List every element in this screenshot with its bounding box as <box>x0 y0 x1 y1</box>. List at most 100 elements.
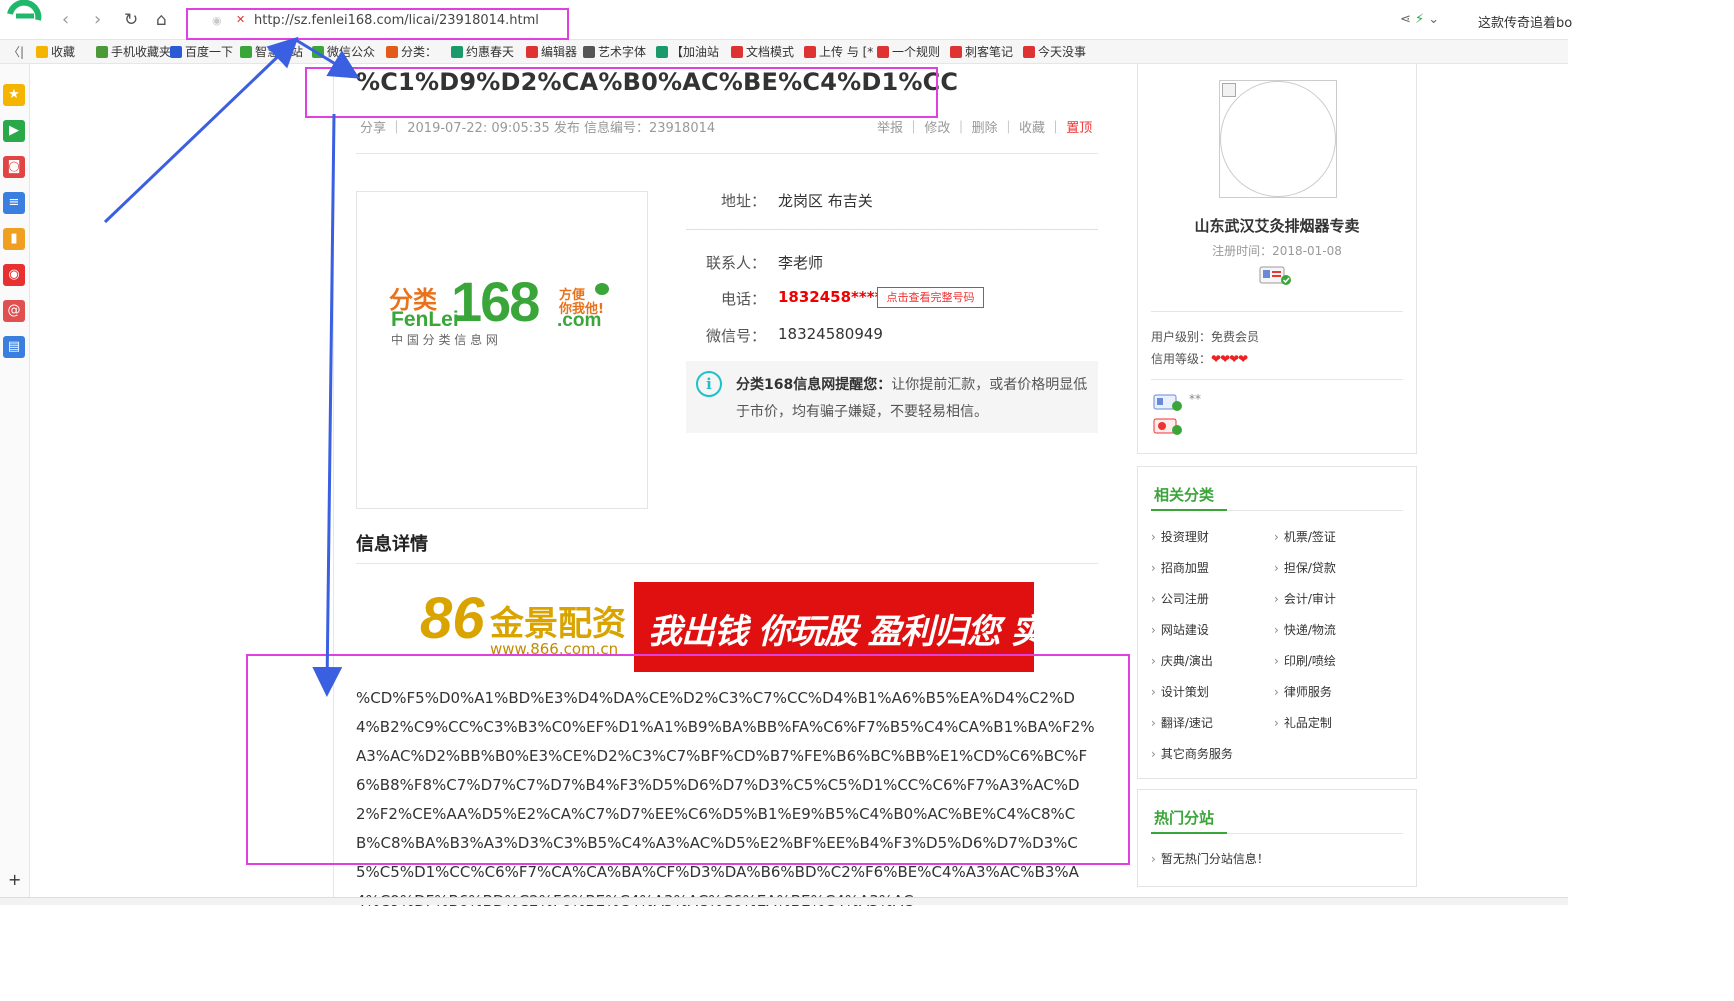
bookmark-icon <box>240 46 252 58</box>
left-sidebar-rail: ★ ▶ ◙ ≡ ▮ ◉ @ ▤ + <box>0 64 30 899</box>
category-link[interactable]: 庆典/演出 <box>1151 652 1213 669</box>
share-icon[interactable]: ⋖ ⚡ ⌄ <box>1400 12 1439 27</box>
phone-label: 电话： <box>720 290 766 308</box>
banner-slogan: 我出钱 你玩股 盈利归您 实盘交易 <box>648 612 1144 652</box>
banner-brand-number: 86 <box>420 586 485 651</box>
category-link[interactable]: 投资理财 <box>1151 528 1209 545</box>
bookmark-item[interactable]: 编辑器 <box>526 44 577 60</box>
bookmark-icon <box>170 46 182 58</box>
bookmark-label: 今天没事 <box>1038 45 1087 59</box>
contact-value: 李老师 <box>778 254 824 272</box>
bookmark-icon <box>1023 46 1035 58</box>
show-phone-button[interactable]: 点击查看完整号码 <box>877 287 984 308</box>
bookmark-icon <box>36 46 48 58</box>
bookmark-label: 百度一下 <box>185 45 234 59</box>
rail-app-icon[interactable]: ▮ <box>3 228 25 250</box>
rail-app-icon[interactable]: @ <box>3 300 25 322</box>
report-link[interactable]: 举报 <box>877 121 903 136</box>
bookmark-label: 艺术字体 <box>598 45 647 59</box>
bookmark-item[interactable]: 艺术字体 <box>583 44 646 60</box>
address-label: 地址： <box>720 192 766 210</box>
hot-sites-title: 热门分站 <box>1154 809 1215 827</box>
lightning-icon[interactable]: ⚡ <box>1415 12 1424 27</box>
bookmark-label: 上传 与 [* <box>819 45 874 59</box>
edit-link[interactable]: 修改 <box>924 121 950 136</box>
bookmark-item[interactable]: 【加油站 <box>656 44 719 60</box>
category-link[interactable]: 律师服务 <box>1274 683 1332 700</box>
rail-app-icon[interactable]: ≡ <box>3 192 25 214</box>
credit-level: 信用等级：❤❤❤❤ <box>1151 350 1248 367</box>
related-categories-panel: 相关分类 投资理财招商加盟公司注册网站建设庆典/演出设计策划翻译/速记其它商务服… <box>1137 466 1417 779</box>
title-highlight-box <box>305 67 938 118</box>
rail-app-icon[interactable]: ▤ <box>3 336 25 358</box>
bookmark-item[interactable]: 智慧商站 <box>240 44 303 60</box>
category-link[interactable]: 礼品定制 <box>1274 714 1332 731</box>
bookmark-icon <box>526 46 538 58</box>
category-link[interactable]: 翻译/速记 <box>1151 714 1213 731</box>
bookmark-item[interactable]: 百度一下 <box>170 44 233 60</box>
id-cert-icon <box>1153 394 1182 411</box>
bookmark-label: 【加油站 <box>671 45 720 59</box>
favorite-link[interactable]: 收藏 <box>1019 121 1045 136</box>
top-link[interactable]: 置顶 <box>1066 121 1092 136</box>
reminder-bold: 分类168信息网提醒您： <box>736 377 892 393</box>
bookmark-icon <box>583 46 595 58</box>
category-link[interactable]: 招商加盟 <box>1151 559 1209 576</box>
wechat-value: 18324580949 <box>778 325 883 343</box>
bookmark-item[interactable]: 微信公众 <box>312 44 375 60</box>
bookmark-item[interactable]: 今天没事 <box>1023 44 1086 60</box>
bookmark-label: 分类： <box>401 45 438 59</box>
category-link[interactable]: 担保/贷款 <box>1274 559 1336 576</box>
rail-app-icon[interactable]: ◙ <box>3 156 25 178</box>
bookmark-item[interactable]: 收藏 <box>36 44 75 60</box>
registration-date: 注册时间：2018-01-08 <box>1212 244 1342 258</box>
category-link[interactable]: 公司注册 <box>1151 590 1209 607</box>
rail-app-icon[interactable]: ◉ <box>3 264 25 286</box>
bookmark-item[interactable]: 一个规则 <box>877 44 940 60</box>
category-link[interactable]: 会计/审计 <box>1274 590 1336 607</box>
category-link[interactable]: 快递/物流 <box>1274 621 1336 638</box>
bookmark-label: 手机收藏夹 <box>111 45 172 59</box>
post-image: 分类 168 方便 你我他! FenLei .com 中 国 分 类 信 息 网 <box>356 191 648 509</box>
hot-sites-panel: 热门分站 暂无热门分站信息！ <box>1137 789 1417 887</box>
bookmark-item[interactable]: 约惠春天 <box>451 44 514 60</box>
rail-app-icon[interactable]: ★ <box>3 84 25 106</box>
bookmark-icon <box>386 46 398 58</box>
shop-name[interactable]: 山东武汉艾灸排烟器专卖 <box>1138 215 1416 236</box>
arrow-to-url <box>103 36 299 224</box>
bookmark-icon <box>96 46 108 58</box>
refresh-icon[interactable]: ↻ <box>124 10 138 30</box>
shop-avatar[interactable] <box>1219 80 1337 198</box>
category-link[interactable]: 印刷/喷绘 <box>1274 652 1336 669</box>
category-link[interactable]: 其它商务服务 <box>1151 745 1233 762</box>
bookmark-item[interactable]: 上传 与 [* <box>804 44 873 60</box>
banner-brand-name: 金景配资 <box>490 604 626 644</box>
separator: ｜ <box>954 121 968 136</box>
home-icon[interactable]: ⌂ <box>156 10 167 30</box>
back-icon[interactable]: ‹ <box>62 10 69 30</box>
separator: ｜ <box>907 121 921 136</box>
logo-dotcom: .com <box>557 310 602 331</box>
status-bar <box>0 897 1568 905</box>
forward-icon[interactable]: › <box>94 10 101 30</box>
bookmark-item[interactable]: 分类： <box>386 44 437 60</box>
rail-app-icon[interactable]: ▶ <box>3 120 25 142</box>
add-icon[interactable]: + <box>8 870 21 889</box>
collapse-icon[interactable]: 〈| <box>8 44 24 60</box>
smile-icon <box>595 283 609 295</box>
news-ticker[interactable]: 这款传奇追着bo <box>1478 12 1572 31</box>
bookmark-item[interactable]: 手机收藏夹 <box>96 44 171 60</box>
category-link[interactable]: 设计策划 <box>1151 683 1209 700</box>
reminder-text: 分类168信息网提醒您：让你提前汇款，或者价格明显低于市价，均有骗子嫌疑，不要轻… <box>736 372 1091 426</box>
category-link[interactable]: 机票/签证 <box>1274 528 1336 545</box>
body-highlight-box <box>246 654 1130 865</box>
bookmark-item[interactable]: 刺客笔记 <box>950 44 1013 60</box>
categories-title: 相关分类 <box>1154 486 1215 504</box>
bookmark-item[interactable]: 文档模式 <box>731 44 794 60</box>
separator: ｜ <box>1049 121 1063 136</box>
bookmark-label: 智慧商站 <box>255 45 304 59</box>
bookmark-label: 刺客笔记 <box>965 45 1014 59</box>
bookmark-label: 微信公众 <box>327 45 376 59</box>
delete-link[interactable]: 删除 <box>972 121 998 136</box>
category-link[interactable]: 网站建设 <box>1151 621 1209 638</box>
